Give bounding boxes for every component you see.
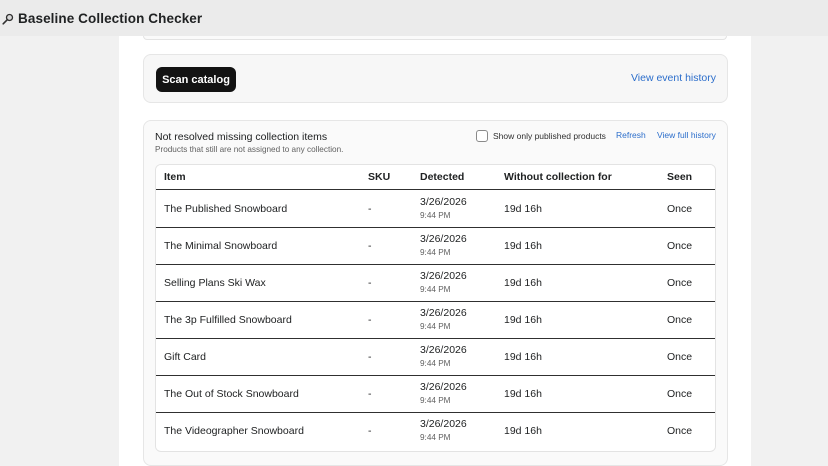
item-sku: - [368,203,372,215]
previous-card-edge [143,36,727,40]
card-title: Not resolved missing collection items [155,131,328,143]
detected-time: 9:44 PM [420,396,451,405]
detected-time: 9:44 PM [420,433,451,442]
without-collection-duration: 19d 16h [504,425,542,437]
seen-count: Once [667,388,693,400]
detected-date: 3/26/2026 [420,344,467,356]
refresh-link[interactable]: Refresh [616,130,646,140]
header-detected: Detected [420,171,465,183]
detected-time: 9:44 PM [420,248,451,257]
without-collection-duration: 19d 16h [504,277,542,289]
magnifier-icon [2,12,14,25]
without-collection-duration: 19d 16h [504,314,542,326]
app-header: Baseline Collection Checker [0,0,828,36]
detected-time: 9:44 PM [420,285,451,294]
detected-time: 9:44 PM [420,211,451,220]
detected-date: 3/26/2026 [420,418,467,430]
view-event-history-link[interactable]: View event history [631,72,716,84]
item-sku: - [368,351,372,363]
item-sku: - [368,240,372,252]
seen-count: Once [667,351,693,363]
view-full-history-link[interactable]: View full history [657,130,716,140]
without-collection-duration: 19d 16h [504,203,542,215]
header-sku: SKU [368,171,391,183]
missing-items-table: Item SKU Detected Without collection for… [155,164,716,452]
without-collection-duration: 19d 16h [504,351,542,363]
table-row[interactable]: Gift Card - 3/26/2026 9:44 PM 19d 16h Once [156,339,715,376]
scan-catalog-button[interactable]: Scan catalog [156,67,236,92]
item-sku: - [368,425,372,437]
item-name: The Out of Stock Snowboard [164,388,299,400]
detected-time: 9:44 PM [420,322,451,331]
without-collection-duration: 19d 16h [504,388,542,400]
detected-date: 3/26/2026 [420,196,467,208]
detected-time: 9:44 PM [420,359,451,368]
item-sku: - [368,388,372,400]
detected-date: 3/26/2026 [420,233,467,245]
table-row[interactable]: The Minimal Snowboard - 3/26/2026 9:44 PM 19… [156,228,715,265]
scan-card: Scan catalog View event history [143,54,728,103]
seen-count: Once [667,314,693,326]
item-sku: - [368,277,372,289]
item-name: The Minimal Snowboard [164,240,278,252]
app-title: Baseline Collection Checker [18,10,203,26]
published-only-label: Show only published products [493,131,606,141]
seen-count: Once [667,203,693,215]
table-row[interactable]: The Published Snowboard - 3/26/2026 9:44 PM… [156,191,715,228]
published-only-checkbox[interactable] [476,130,488,142]
header-seen: Seen [667,171,693,183]
table-row[interactable]: The Videographer Snowboard - 3/26/2026 9:44… [156,413,715,450]
main-page: Scan catalog View event history Not reso… [119,36,751,466]
table-row[interactable]: The 3p Fulfilled Snowboard - 3/26/2026 9:44… [156,302,715,339]
item-name: The Videographer Snowboard [164,425,304,437]
item-name: Gift Card [164,351,207,363]
seen-count: Once [667,240,693,252]
item-sku: - [368,314,372,326]
seen-count: Once [667,425,693,437]
table-row[interactable]: The Out of Stock Snowboard - 3/26/2026 9:44… [156,376,715,413]
detected-date: 3/26/2026 [420,381,467,393]
seen-count: Once [667,277,693,289]
card-subtitle: Products that still are not assigned to … [155,145,344,154]
item-name: The 3p Fulfilled Snowboard [164,314,292,326]
without-collection-duration: 19d 16h [504,240,542,252]
header-item: Item [164,171,186,183]
published-only-toggle[interactable]: Show only published products [476,130,606,142]
header-without-collection: Without collection for [504,171,612,183]
detected-date: 3/26/2026 [420,270,467,282]
item-name: Selling Plans Ski Wax [164,277,266,289]
missing-items-card: Not resolved missing collection items Pr… [143,120,728,466]
detected-date: 3/26/2026 [420,307,467,319]
table-header-row: Item SKU Detected Without collection for… [156,165,715,190]
table-row[interactable]: Selling Plans Ski Wax - 3/26/2026 9:44 PM 19… [156,265,715,302]
item-name: The Published Snowboard [164,203,288,215]
